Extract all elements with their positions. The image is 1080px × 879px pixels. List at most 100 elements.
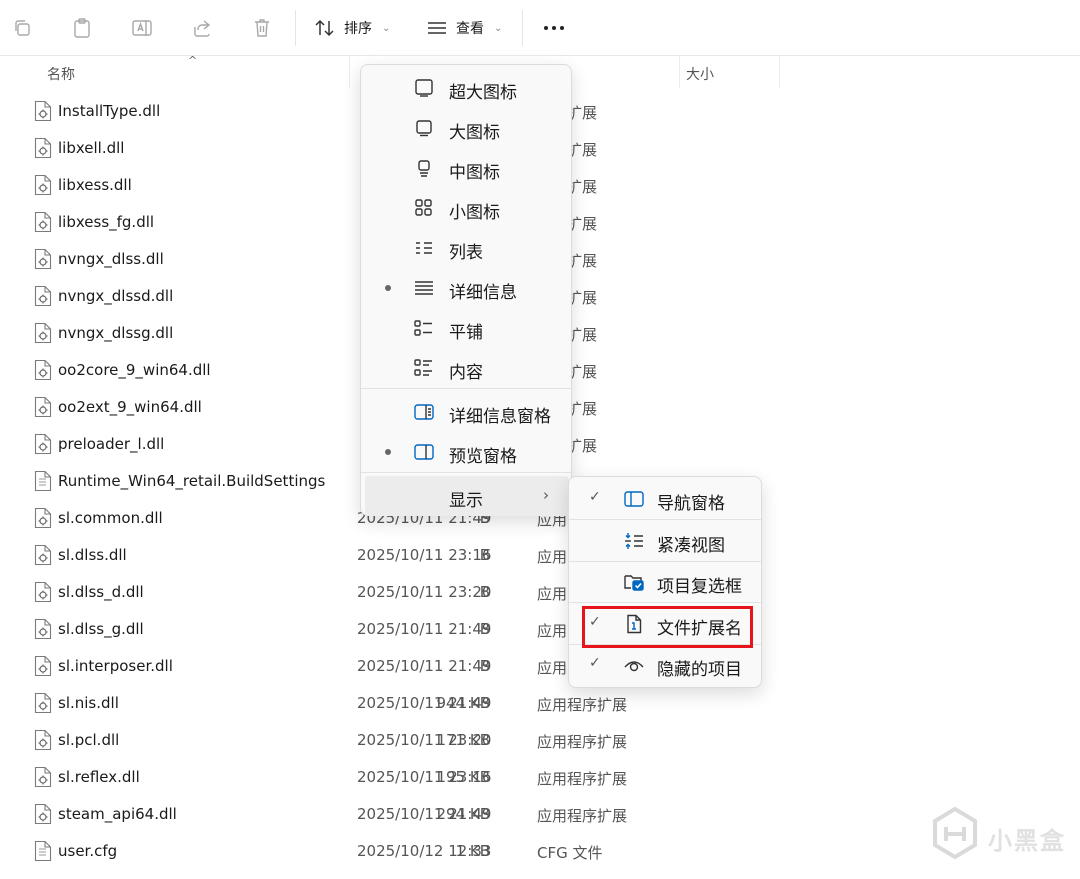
paste-icon (74, 18, 90, 38)
file-type: 应用 (537, 548, 568, 566)
column-header-name[interactable]: 名称 (47, 64, 75, 84)
menu-item-label: 列表 (449, 243, 483, 263)
tiles-view-icon (413, 318, 435, 338)
menu-item-large-icons[interactable]: 大图标 (365, 108, 569, 148)
file-size: B (479, 583, 490, 601)
dll-file-icon (34, 766, 52, 792)
file-date: 2025/10/11 21:49 (357, 657, 492, 675)
dll-file-icon (34, 433, 52, 459)
xiaoheihe-logo-icon (933, 806, 977, 860)
menu-item-label: 内容 (449, 363, 483, 383)
menu-item-label: 中图标 (449, 163, 500, 183)
chevron-down-icon: ⌄ (494, 22, 503, 34)
menu-item-content-view[interactable]: 内容 (365, 348, 569, 388)
table-row[interactable]: steam_api64.dll 2025/10/11 21:49 应用程序扩展 294… (0, 796, 800, 833)
submenu-item-item-checkbox[interactable]: 项目复选框 (573, 562, 759, 602)
submenu-item-compact-view[interactable]: 紧凑视图 (573, 521, 759, 561)
menu-item-details-pane[interactable]: 详细信息窗格 (365, 392, 569, 432)
file-name: sl.reflex.dll (58, 768, 140, 786)
column-divider[interactable] (349, 56, 350, 88)
menu-item-tiles-view[interactable]: 平铺 (365, 308, 569, 348)
chevron-right-icon: › (543, 486, 549, 504)
paste-button[interactable] (68, 12, 96, 44)
submenu-item-navigation-pane[interactable]: ✓ 导航窗格 (573, 479, 759, 519)
checkmark-icon: ✓ (589, 489, 601, 505)
file-icon (34, 470, 52, 496)
share-icon (194, 20, 211, 37)
file-name: InstallType.dll (58, 102, 161, 120)
checkmark-icon: ✓ (589, 655, 601, 671)
file-name: nvngx_dlssd.dll (58, 287, 174, 305)
view-button[interactable]: 查看 ⌄ (426, 12, 502, 44)
file-name: user.cfg (58, 842, 118, 860)
selected-bullet-icon (385, 285, 391, 291)
extra-large-icons-icon (413, 78, 435, 98)
watermark: 小黑盒 (930, 805, 1070, 865)
menu-item-small-icons[interactable]: 小图标 (365, 188, 569, 228)
column-divider[interactable] (779, 56, 780, 88)
file-name: sl.nis.dll (58, 694, 119, 712)
file-type: 应用程序扩展 (537, 733, 628, 751)
menu-item-label: 大图标 (449, 123, 500, 143)
table-row[interactable]: sl.pcl.dll 2025/10/11 23:20 应用程序扩展 171 KB (0, 722, 800, 759)
menu-item-label: 平铺 (449, 323, 483, 343)
rename-button[interactable] (128, 12, 156, 44)
menu-item-list-view[interactable]: 列表 (365, 228, 569, 268)
file-date: 2025/10/11 23:20 (357, 583, 492, 601)
menu-item-medium-icons[interactable]: 中图标 (365, 148, 569, 188)
menu-item-details-view[interactable]: 详细信息 (365, 268, 569, 308)
copy-icon (15, 20, 30, 36)
highlight-box (582, 606, 753, 648)
copy-button[interactable] (8, 12, 36, 44)
file-type: 应用程序扩展 (537, 807, 628, 825)
dll-file-icon (34, 359, 52, 385)
dll-file-icon (34, 396, 52, 422)
submenu-item-hidden-items[interactable]: ✓ 隐藏的项目 (573, 645, 759, 685)
dll-file-icon (34, 618, 52, 644)
file-name: nvngx_dlssg.dll (58, 324, 174, 342)
file-name: sl.common.dll (58, 509, 163, 527)
menu-item-show[interactable]: 显示 › (365, 476, 569, 516)
delete-button[interactable] (248, 12, 276, 44)
dll-file-icon (34, 100, 52, 126)
file-name: sl.dlss.dll (58, 546, 127, 564)
command-bar: 排序 ⌄ 查看 ⌄ (0, 0, 1080, 56)
selected-bullet-icon (385, 449, 391, 455)
show-submenu: ✓ 导航窗格 紧凑视图 项目复选框 ✓ 文件扩展名 ✓ 隐藏的项目 (568, 476, 762, 688)
menu-separator (361, 472, 571, 473)
file-type: 应用程序扩展 (537, 696, 628, 714)
file-type: 应用 (537, 622, 568, 640)
table-row[interactable]: sl.nis.dll 2025/10/11 21:49 应用程序扩展 944 KB (0, 685, 800, 722)
file-date: 2025/10/11 23:16 (357, 546, 492, 564)
preview-pane-icon (413, 442, 435, 462)
file-name: libxess_fg.dll (58, 213, 155, 231)
dll-file-icon (34, 581, 52, 607)
view-label: 查看 (456, 21, 484, 37)
medium-icons-icon (413, 158, 435, 178)
dll-file-icon (34, 655, 52, 681)
file-name: sl.dlss_d.dll (58, 583, 144, 601)
table-row[interactable]: sl.reflex.dll 2025/10/11 23:16 应用程序扩展 195 K… (0, 759, 800, 796)
table-row[interactable]: user.cfg 2025/10/12 12:33 CFG 文件 1 KB (0, 833, 800, 870)
menu-item-extra-large-icons[interactable]: 超大图标 (365, 68, 569, 108)
details-pane-icon (413, 402, 435, 422)
share-button[interactable] (188, 12, 216, 44)
file-type: 应用 (537, 585, 568, 603)
file-size: B (479, 657, 490, 675)
menu-item-preview-pane[interactable]: 预览窗格 (365, 432, 569, 472)
column-header-size[interactable]: 大小 (686, 64, 714, 84)
sort-button[interactable]: 排序 ⌄ (314, 12, 390, 44)
file-name: oo2ext_9_win64.dll (58, 398, 202, 416)
view-dropdown-menu: 超大图标大图标中图标小图标列表详细信息平铺内容详细信息窗格 预览窗格 显示 › (360, 64, 572, 516)
dll-file-icon (34, 322, 52, 348)
file-size: 1 KB (455, 842, 490, 860)
more-options-button[interactable] (540, 12, 568, 44)
column-divider[interactable] (679, 56, 680, 88)
navigation-pane-icon (623, 489, 645, 509)
file-name: sl.interposer.dll (58, 657, 173, 675)
dll-file-icon (34, 285, 52, 311)
dll-file-icon (34, 174, 52, 200)
delete-icon (255, 19, 269, 37)
file-size: B (479, 546, 490, 564)
file-icon (34, 840, 52, 866)
